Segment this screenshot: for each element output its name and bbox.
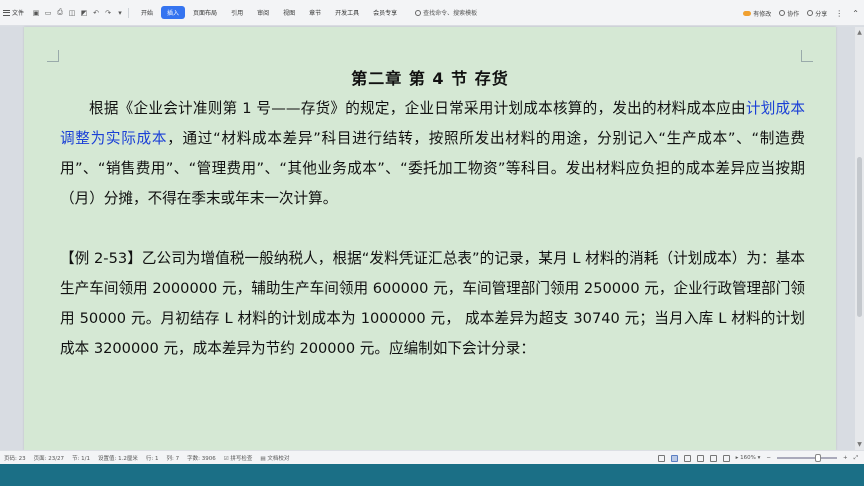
tab-page-layout[interactable]: 页面布局: [187, 6, 223, 19]
toolbar-right: 有修改 协作 分享 ⋮ ⌃: [743, 0, 860, 26]
vertical-scrollbar[interactable]: ▲ ▼: [855, 27, 864, 450]
page-corner-mark: [47, 50, 59, 62]
hamburger-icon: [3, 9, 10, 16]
share-icon: [807, 10, 814, 16]
proofread-label: 文档校对: [267, 455, 290, 462]
zoom-in-icon[interactable]: +: [843, 455, 848, 461]
collapse-ribbon-icon[interactable]: ⌃: [852, 9, 860, 18]
status-page[interactable]: 页码: 23: [4, 454, 26, 462]
write-mode-icon[interactable]: [722, 454, 730, 462]
tab-chapter[interactable]: 章节: [303, 6, 327, 19]
tab-developer[interactable]: 开发工具: [329, 6, 365, 19]
zoom-dropdown[interactable]: ▸ 160% ▾: [736, 455, 761, 461]
tab-start[interactable]: 开始: [135, 6, 159, 19]
section-title: 第二章 第 4 节 存货: [351, 69, 509, 88]
outline-view-icon[interactable]: [683, 454, 691, 462]
collab-label: 协作: [787, 10, 800, 18]
tab-view[interactable]: 视图: [277, 6, 301, 19]
share-label: 分享: [815, 10, 828, 18]
divider: [128, 7, 130, 18]
page-corner-mark: [801, 50, 813, 62]
tab-insert[interactable]: 插入: [161, 6, 186, 19]
command-search-label: 查找命令、搜索模板: [423, 10, 478, 17]
ribbon-tabs: 开始 插入 页面布局 引用 审阅 视图 章节 开发工具 会员专享: [135, 6, 403, 19]
folder-icon[interactable]: ▭: [44, 9, 52, 17]
search-icon: [415, 9, 422, 16]
page-view-icon[interactable]: [670, 454, 678, 462]
proofread-button[interactable]: ▤ 文档校对: [260, 454, 289, 462]
zoom-slider[interactable]: [776, 454, 837, 462]
paragraph-text: 根据《企业会计准则第 1 号——存货》的规定，企业日常采用计划成本核算的，发出的…: [89, 100, 746, 117]
format-icon[interactable]: ◩: [80, 9, 88, 17]
cloud-status[interactable]: 有修改: [743, 9, 771, 18]
status-controls: ▸ 160% ▾ − + ⤢: [657, 451, 858, 465]
save-icon[interactable]: ▣: [32, 9, 40, 17]
fit-page-icon[interactable]: ⤢: [854, 455, 858, 462]
cloud-icon: [743, 10, 752, 16]
spell-check-toggle[interactable]: ☑ 拼写检查: [224, 454, 253, 462]
undo-icon[interactable]: ↶: [92, 9, 100, 17]
status-col: 列: 7: [166, 455, 180, 462]
status-info: 页码: 23 页面: 23/27 节: 1/1 设置值: 1.2厘米 行: 1 …: [0, 454, 289, 462]
status-pages[interactable]: 页面: 23/27: [34, 454, 64, 462]
paragraph-rule: 根据《企业会计准则第 1 号——存货》的规定，企业日常采用计划成本核算的，发出的…: [60, 94, 805, 214]
collab-icon: [779, 10, 786, 16]
spell-check-label: 拼写检查: [230, 455, 253, 462]
collab-button[interactable]: 协作: [779, 9, 799, 18]
tab-member[interactable]: 会员专享: [367, 6, 403, 19]
paragraph-example: 【例 2-53】乙公司为增值税一般纳税人，根据“发料凭证汇总表”的记录，某月 L…: [60, 250, 805, 357]
status-section: 节: 1/1: [72, 455, 91, 462]
status-bar: 页码: 23 页面: 23/27 节: 1/1 设置值: 1.2厘米 行: 1 …: [0, 450, 864, 464]
more-options-icon[interactable]: ⋮: [835, 9, 844, 18]
zoom-out-icon[interactable]: −: [766, 455, 771, 461]
more-icon[interactable]: ▾: [116, 9, 124, 17]
cloud-status-label: 有修改: [753, 10, 772, 18]
quick-access: ▣ ▭ ⎙ ◫ ◩ ↶ ↷ ▾: [28, 7, 135, 18]
status-row: 行: 1: [145, 455, 159, 462]
ribbon-toolbar: 文件 ▣ ▭ ⎙ ◫ ◩ ↶ ↷ ▾ 开始 插入 页面布局 引用 审阅 视图 章…: [0, 0, 864, 26]
scroll-up-icon[interactable]: ▲: [856, 29, 863, 36]
tab-references[interactable]: 引用: [225, 6, 249, 19]
scroll-down-icon[interactable]: ▼: [856, 441, 863, 448]
taskbar: [0, 464, 864, 486]
web-view-icon[interactable]: [709, 454, 717, 462]
file-menu[interactable]: 文件: [0, 0, 28, 26]
zoom-slider-knob[interactable]: [814, 454, 821, 462]
paragraph-text: ，通过“材料成本差异”科目进行结转，按照所发出材料的用途，分别记入“生产成本”、…: [60, 130, 805, 207]
share-button[interactable]: 分享: [807, 9, 827, 18]
command-search[interactable]: 查找命令、搜索模板: [409, 6, 483, 19]
zoom-value: 160%: [740, 455, 756, 461]
tab-review[interactable]: 审阅: [251, 6, 275, 19]
scrollbar-thumb[interactable]: [857, 157, 862, 317]
file-menu-label: 文件: [12, 10, 25, 17]
print-icon[interactable]: ⎙: [56, 8, 64, 17]
preview-icon[interactable]: ◫: [68, 9, 76, 17]
redo-icon[interactable]: ↷: [104, 9, 112, 17]
status-words[interactable]: 字数: 3906: [187, 454, 216, 462]
status-setting: 设置值: 1.2厘米: [98, 455, 138, 462]
eye-protect-icon[interactable]: [657, 454, 665, 462]
reading-view-icon[interactable]: [696, 454, 704, 462]
document-page[interactable]: 第二章 第 4 节 存货 根据《企业会计准则第 1 号——存货》的规定，企业日常…: [24, 27, 836, 450]
